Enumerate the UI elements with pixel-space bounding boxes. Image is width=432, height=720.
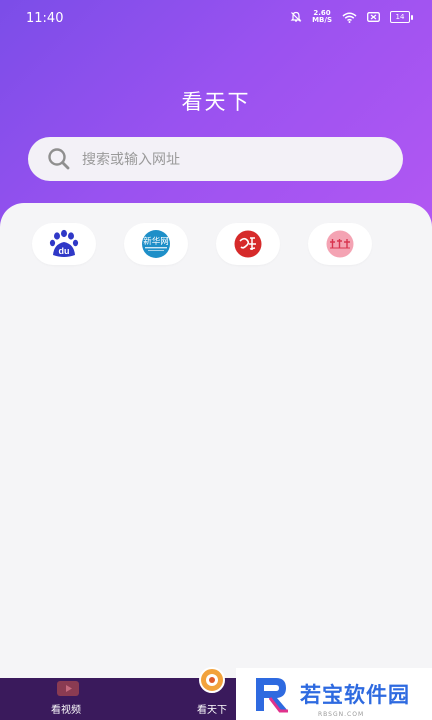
baidu-du-text: du — [59, 246, 70, 256]
tab-video-label: 看视频 — [51, 705, 81, 716]
baidu-paw-icon: du — [49, 229, 79, 257]
search-placeholder: 搜索或输入网址 — [82, 152, 180, 168]
search-icon — [48, 148, 70, 170]
video-icon — [57, 681, 79, 696]
wifi-icon — [342, 12, 357, 23]
sim-icon — [367, 12, 380, 22]
mute-bell-icon — [290, 11, 302, 22]
pink-site-logo — [326, 230, 354, 258]
shortcut-pink-site[interactable] — [308, 223, 372, 265]
news-icon — [199, 667, 225, 693]
battery-icon: 14 — [390, 11, 413, 23]
watermark-subtext: RBSGN.COM — [318, 711, 365, 718]
watermark: 若宝软件园 RBSGN.COM — [236, 668, 432, 720]
status-icons: 2.60 MB/S 14 — [290, 10, 413, 24]
watermark-logo — [256, 678, 288, 713]
shortcuts-panel: du 新华网 — [0, 203, 432, 680]
status-time: 11:40 — [26, 11, 64, 26]
shortcut-list: du 新华网 — [32, 223, 372, 265]
xinhuanet-logo-text: 新华网 — [143, 236, 169, 247]
tab-video[interactable]: 看视频 — [26, 678, 106, 720]
shortcut-baidu[interactable]: du — [32, 223, 96, 265]
watermark-text: 若宝软件园 — [300, 683, 410, 707]
xuexi-seal-logo — [234, 230, 262, 258]
network-speed-unit: MB/S — [312, 16, 332, 24]
xinhuanet-logo: 新华网 — [142, 230, 170, 258]
page-title: 看天下 — [181, 90, 251, 114]
shortcut-xuexi[interactable] — [216, 223, 280, 265]
network-speed: 2.60 MB/S — [312, 10, 332, 24]
status-bar: 11:40 2.60 MB/S 14 — [0, 0, 432, 36]
shortcut-xinhua[interactable]: 新华网 — [124, 223, 188, 265]
search-input[interactable]: 搜索或输入网址 — [28, 137, 403, 181]
